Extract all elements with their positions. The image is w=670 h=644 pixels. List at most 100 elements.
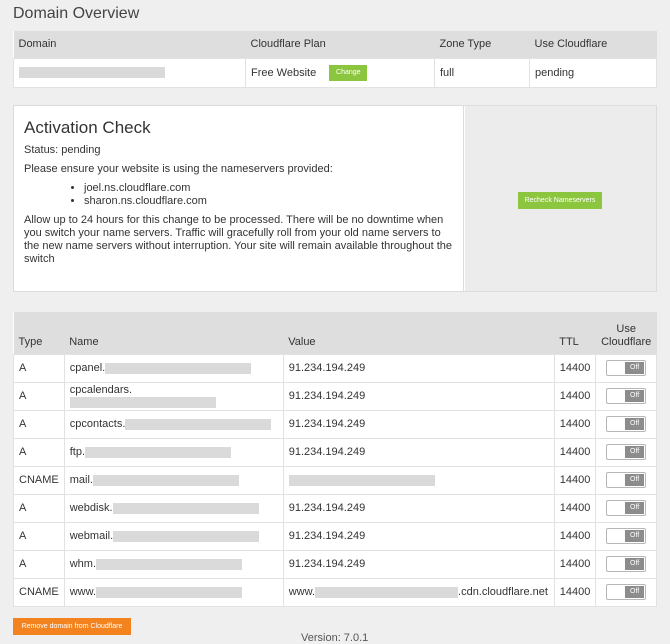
version-label: Version: 7.0.1 [301, 632, 369, 644]
record-ttl: 14400 [553, 353, 597, 383]
header-name: Name [64, 312, 284, 354]
record-name: cpcalendars. [69, 384, 133, 396]
redacted-domain [85, 446, 232, 458]
record-ttl: 14400 [553, 437, 597, 467]
record-ttl: 14400 [553, 381, 597, 411]
nameserver-item: joel.ns.cloudflare.com [84, 182, 453, 195]
redacted-domain [125, 418, 272, 430]
record-type: A [13, 353, 65, 383]
redacted-domain [113, 530, 260, 542]
activation-actions: Recheck Nameservers [465, 106, 656, 291]
record-value: 91.234.194.249 [282, 353, 555, 383]
header-ttl: TTL [554, 312, 596, 354]
cloudflare-toggle[interactable]: Off [606, 444, 647, 460]
record-type: A [13, 381, 65, 411]
record-type: A [13, 493, 65, 523]
record-value: 91.234.194.249 [282, 493, 555, 523]
activation-info: Activation Check Status: pending Please … [14, 106, 464, 291]
activation-title: Activation Check [24, 118, 151, 137]
cloudflare-toggle[interactable]: Off [606, 556, 647, 572]
record-name: cpcontacts. [69, 418, 126, 430]
dns-record-row: A ftp. 91.234.194.249 14400 Off [13, 437, 657, 467]
header-use-cloudflare: Use Cloudflare [595, 312, 657, 354]
nameserver-list: joel.ns.cloudflare.com sharon.ns.cloudfl… [24, 182, 453, 208]
record-name-cell: ftp. [63, 437, 284, 467]
toggle-cell: Off [595, 353, 657, 383]
record-name-cell: mail. [63, 465, 284, 495]
record-name: www. [69, 586, 97, 598]
remove-domain-button[interactable]: Remove domain from Cloudflare [13, 618, 131, 635]
redacted-value [315, 586, 459, 598]
header-use-cloudflare-line2: Cloudflare [601, 335, 652, 348]
redacted-domain [96, 586, 243, 598]
cloudflare-toggle[interactable]: Off [606, 388, 647, 404]
header-value: Value [283, 312, 555, 354]
cloudflare-toggle[interactable]: Off [606, 500, 647, 516]
dns-record-row: CNAME www. www. .cdn.cloudflare.net 14400… [13, 577, 657, 607]
record-type: A [13, 437, 65, 467]
activation-status: Status: pending [24, 144, 101, 156]
cloudflare-toggle[interactable]: Off [606, 360, 647, 376]
redacted-domain [112, 502, 259, 514]
plan-cell: Free Website Change [245, 57, 435, 88]
redacted-domain [69, 396, 216, 408]
record-ttl: 14400 [553, 493, 597, 523]
record-name-cell: cpcontacts. [63, 409, 284, 439]
redacted-domain [92, 474, 239, 486]
toggle-cell: Off [595, 549, 657, 579]
toggle-cell: Off [595, 437, 657, 467]
cloudflare-toggle[interactable]: Off [606, 416, 647, 432]
record-name: cpanel. [69, 362, 106, 374]
toggle-off-label: Off [625, 530, 645, 542]
recheck-nameservers-button[interactable]: Recheck Nameservers [518, 192, 602, 209]
dns-header-row: Type Name Value TTL Use Cloudflare [13, 312, 657, 354]
plan-label: Free Website [251, 66, 317, 79]
redacted-domain [96, 558, 243, 570]
toggle-off-label: Off [625, 362, 645, 374]
record-type: A [13, 549, 65, 579]
nameserver-item: sharon.ns.cloudflare.com [84, 195, 453, 208]
dns-record-row: A webmail. 91.234.194.249 14400 Off [13, 521, 657, 551]
record-name-cell: whm. [63, 549, 284, 579]
record-value: 91.234.194.249 [282, 549, 555, 579]
record-name-cell: cpanel. [63, 353, 284, 383]
header-domain: Domain [13, 31, 246, 58]
record-value-cell: www. .cdn.cloudflare.net [282, 577, 555, 607]
redacted-domain [105, 362, 252, 374]
record-ttl: 14400 [553, 577, 597, 607]
record-name: whm. [69, 558, 97, 570]
record-ttl: 14400 [553, 409, 597, 439]
zone-type-value: full [434, 57, 530, 88]
dns-record-row: A cpcontacts. 91.234.194.249 14400 Off [13, 409, 657, 439]
record-name-cell: www. [63, 577, 284, 607]
cloudflare-toggle[interactable]: Off [606, 528, 647, 544]
record-name: ftp. [69, 446, 86, 458]
use-cloudflare-value: pending [529, 57, 657, 88]
header-type: Type [13, 312, 65, 354]
record-name: webmail. [69, 530, 114, 542]
cloudflare-toggle[interactable]: Off [606, 584, 647, 600]
redacted-value [288, 474, 435, 486]
record-value: 91.234.194.249 [282, 381, 555, 411]
cloudflare-toggle[interactable]: Off [606, 472, 647, 488]
record-ttl: 14400 [553, 465, 597, 495]
record-value-prefix: www. [288, 586, 316, 598]
record-name-cell: webdisk. [63, 493, 284, 523]
domain-cell [13, 57, 246, 88]
record-ttl: 14400 [553, 549, 597, 579]
toggle-cell: Off [595, 577, 657, 607]
header-use-cloudflare-line1: Use [616, 322, 636, 335]
activation-check-panel: Activation Check Status: pending Please … [13, 105, 657, 292]
header-use-cloudflare: Use Cloudflare [529, 31, 657, 58]
change-plan-button[interactable]: Change [329, 64, 368, 81]
redacted-domain [19, 67, 165, 79]
toggle-off-label: Off [625, 474, 645, 486]
overview-header-row: Domain Cloudflare Plan Zone Type Use Clo… [13, 31, 657, 58]
toggle-off-label: Off [625, 558, 645, 570]
toggle-cell: Off [595, 465, 657, 495]
record-value: 91.234.194.249 [282, 409, 555, 439]
toggle-cell: Off [595, 409, 657, 439]
toggle-cell: Off [595, 521, 657, 551]
toggle-off-label: Off [625, 502, 645, 514]
record-name: mail. [69, 474, 93, 486]
